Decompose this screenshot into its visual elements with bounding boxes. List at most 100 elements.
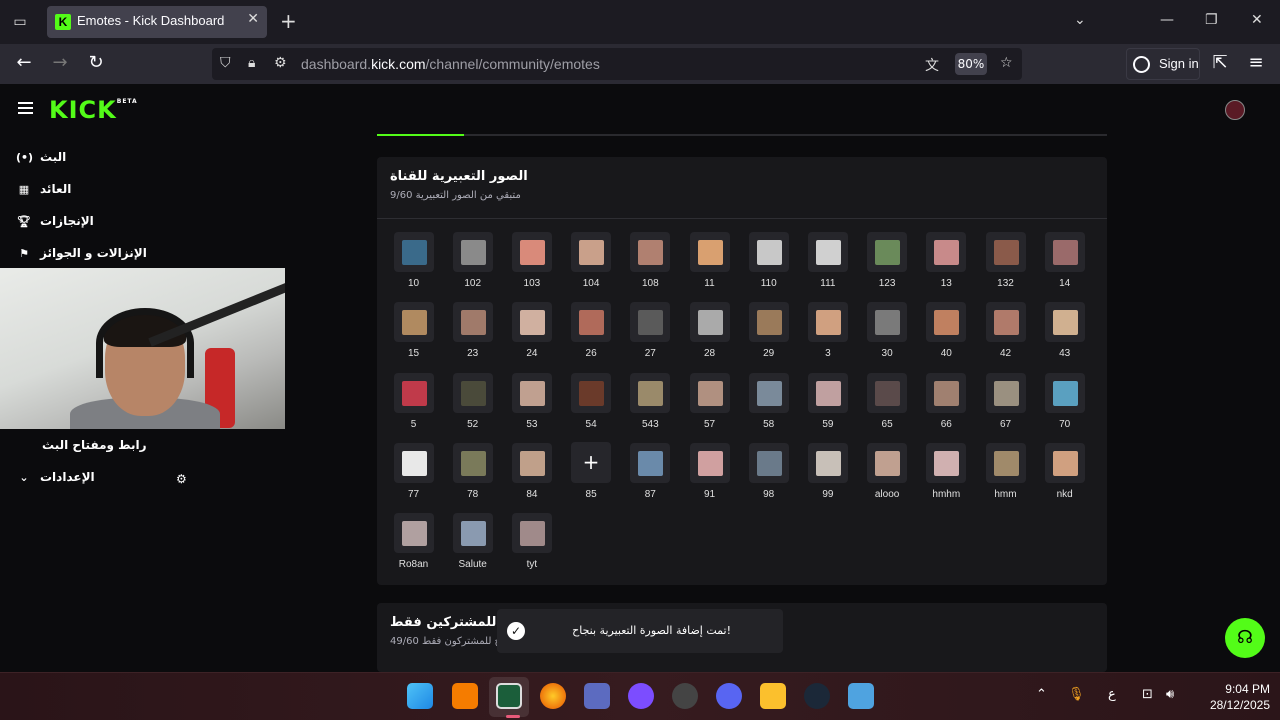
emote-item[interactable]: 103 xyxy=(502,232,561,289)
window-close-icon[interactable]: ✕ xyxy=(1251,12,1263,28)
bookmark-star-icon[interactable]: ☆ xyxy=(1000,55,1013,71)
url-bar[interactable]: ⛉ 🔒︎ ⚙ dashboard.kick.com/channel/commun… xyxy=(212,48,1022,80)
emote-item[interactable]: Salute xyxy=(443,513,502,570)
app-a-icon[interactable] xyxy=(452,683,478,709)
windows-start-icon[interactable] xyxy=(407,683,433,709)
emote-item[interactable]: 111 xyxy=(798,232,857,289)
back-icon[interactable]: ← xyxy=(12,52,36,73)
translate-icon[interactable]: 文 xyxy=(925,55,939,75)
emote-item[interactable]: 132 xyxy=(976,232,1035,289)
help-chat-button[interactable]: ☊ xyxy=(1225,618,1265,658)
permissions-icon[interactable]: ⚙ xyxy=(274,55,287,71)
input-language[interactable]: ع xyxy=(1108,687,1116,702)
firefox-icon[interactable] xyxy=(540,683,566,709)
emote-item[interactable]: 77 xyxy=(384,442,443,500)
emote-item[interactable]: 24 xyxy=(502,302,561,359)
sign-in-button[interactable]: Sign in xyxy=(1126,48,1200,80)
emote-item[interactable]: 28 xyxy=(680,302,739,359)
sidebar-item-stream-key[interactable]: رابط ومفتاح البث xyxy=(42,438,147,458)
add-emote-button[interactable]: + xyxy=(571,442,611,482)
new-tab-icon[interactable]: + xyxy=(280,9,297,33)
tab-overflow-chevron-icon[interactable]: ⌄ xyxy=(1074,12,1086,28)
network-icon[interactable]: ⊡ xyxy=(1142,687,1153,702)
emote-item[interactable]: 78 xyxy=(443,442,502,500)
extensions-icon[interactable]: ⇱ xyxy=(1208,52,1232,73)
emote-item[interactable]: 84 xyxy=(502,442,561,500)
tray-chevron-up-icon[interactable]: ⌃ xyxy=(1036,687,1047,702)
emote-item[interactable]: 5 xyxy=(384,372,443,430)
emote-item[interactable]: 54 xyxy=(562,372,621,430)
emote-item[interactable]: 3 xyxy=(798,302,857,359)
lock-icon[interactable]: 🔒︎ xyxy=(248,55,255,71)
emote-item[interactable]: 108 xyxy=(621,232,680,289)
emote-item[interactable]: 110 xyxy=(739,232,798,289)
emote-item[interactable]: 23 xyxy=(443,302,502,359)
emote-item[interactable]: 11 xyxy=(680,232,739,289)
minimize-icon[interactable]: — xyxy=(1160,12,1174,28)
user-avatar[interactable] xyxy=(1225,100,1245,120)
emote-item[interactable]: 102 xyxy=(443,232,502,289)
terminal-app-icon[interactable] xyxy=(496,683,522,709)
taskbar-clock[interactable]: 9:04 PM 28/12/2025 xyxy=(1190,681,1270,713)
tab-close-icon[interactable]: ✕ xyxy=(247,11,259,27)
emote-item[interactable]: 99 xyxy=(798,442,857,500)
emote-item[interactable]: 27 xyxy=(621,302,680,359)
volume-icon[interactable]: 🔊︎ xyxy=(1166,687,1174,702)
emote-item[interactable]: tyt xyxy=(502,513,561,570)
emote-item[interactable]: 59 xyxy=(798,372,857,430)
emote-item[interactable]: 26 xyxy=(562,302,621,359)
emote-item[interactable]: 15 xyxy=(384,302,443,359)
sidebar-item-drops[interactable]: ⚑ الإنزالات و الجوائز xyxy=(16,246,147,266)
forward-icon[interactable]: → xyxy=(48,52,72,73)
emote-item[interactable]: nkd xyxy=(1035,442,1094,500)
emote-item[interactable]: 91 xyxy=(680,442,739,500)
emote-item[interactable]: alooo xyxy=(858,442,917,500)
file-explorer-icon[interactable] xyxy=(760,683,786,709)
emote-item[interactable]: 57 xyxy=(680,372,739,430)
emote-item[interactable]: Ro8an xyxy=(384,513,443,570)
emote-item[interactable]: 65 xyxy=(858,372,917,430)
sidebar-item-revenue[interactable]: ▦ العائد xyxy=(16,182,72,202)
emote-item[interactable]: 98 xyxy=(739,442,798,500)
browser-tab[interactable]: K Emotes - Kick Dashboard ✕ xyxy=(47,6,267,38)
emote-item[interactable]: 66 xyxy=(917,372,976,430)
emote-item[interactable]: 123 xyxy=(858,232,917,289)
emote-item[interactable]: 13 xyxy=(917,232,976,289)
sidebar-item-achievements[interactable]: 🏆︎ الإنجازات xyxy=(16,214,94,234)
emote-item[interactable]: 53 xyxy=(502,372,561,430)
emote-item[interactable]: 14 xyxy=(1035,232,1094,289)
discord-icon[interactable] xyxy=(716,683,742,709)
emote-item[interactable]: 543 xyxy=(621,372,680,430)
emote-item[interactable]: hmhm xyxy=(917,442,976,500)
hamburger-menu-icon[interactable] xyxy=(18,102,33,117)
shield-icon[interactable]: ⛉ xyxy=(220,55,231,71)
emote-item[interactable]: 52 xyxy=(443,372,502,430)
emote-item[interactable]: 29 xyxy=(739,302,798,359)
microphone-icon[interactable]: 🎙︎ xyxy=(1068,687,1085,702)
emote-item[interactable]: 43 xyxy=(1035,302,1094,359)
emote-item[interactable]: 70 xyxy=(1035,372,1094,430)
emote-item[interactable]: 67 xyxy=(976,372,1035,430)
photos-icon[interactable] xyxy=(848,683,874,709)
restore-icon[interactable]: ❐ xyxy=(1205,12,1218,28)
emote-item[interactable]: hmm xyxy=(976,442,1035,500)
emote-item[interactable]: 104 xyxy=(562,232,621,289)
sidebar-item-broadcast[interactable]: (•) البث xyxy=(16,150,66,170)
emote-item[interactable]: 30 xyxy=(858,302,917,359)
sidebar-item-settings[interactable]: ⌄ الإعدادات xyxy=(16,470,94,490)
menu-icon[interactable]: ≡ xyxy=(1244,52,1268,73)
steam-icon[interactable] xyxy=(804,683,830,709)
obs-icon[interactable] xyxy=(672,683,698,709)
emote-item[interactable]: 10 xyxy=(384,232,443,289)
settings-gear-icon[interactable]: ⚙ xyxy=(176,472,187,492)
kick-logo[interactable]: KICKBETA xyxy=(49,96,138,124)
zoom-level[interactable]: 80% xyxy=(955,53,987,75)
emote-item[interactable]: 40 xyxy=(917,302,976,359)
tab-list-icon[interactable]: ▭ xyxy=(8,10,32,34)
app-circle-icon[interactable] xyxy=(628,683,654,709)
emote-item[interactable]: 87 xyxy=(621,442,680,500)
reload-icon[interactable]: ↻ xyxy=(84,52,108,73)
emote-item[interactable]: 42 xyxy=(976,302,1035,359)
teams-icon[interactable] xyxy=(584,683,610,709)
emote-item[interactable]: 58 xyxy=(739,372,798,430)
